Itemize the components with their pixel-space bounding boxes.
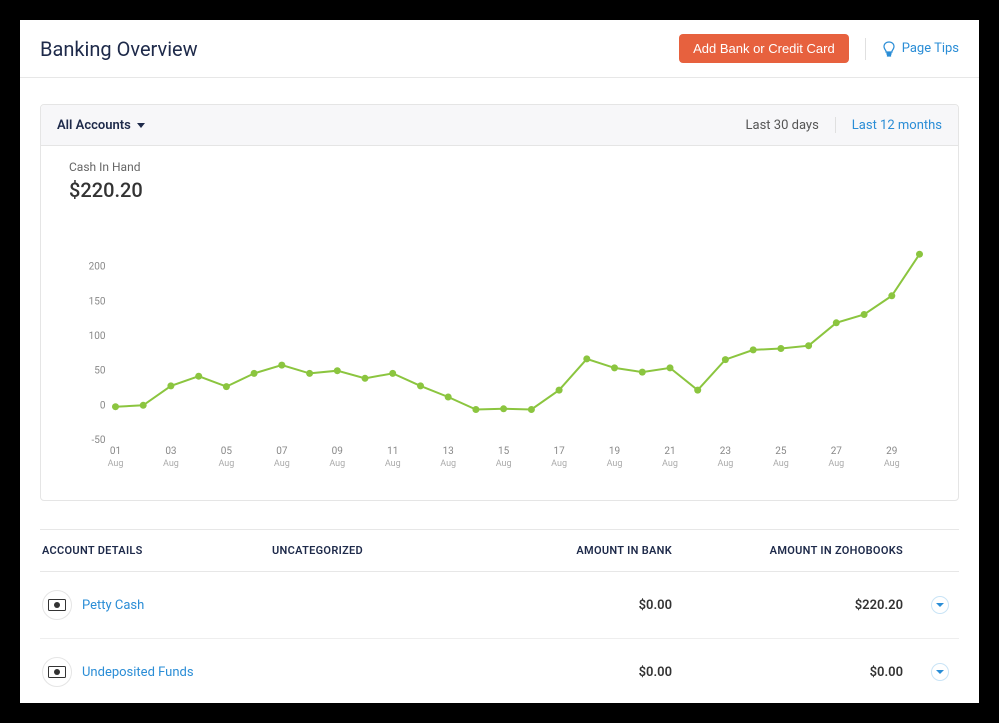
svg-text:Aug: Aug xyxy=(496,459,512,469)
th-account-details: ACCOUNT DETAILS xyxy=(42,544,272,557)
svg-text:150: 150 xyxy=(89,296,106,307)
th-amount-zoho: AMOUNT IN ZOHOBOOKS xyxy=(672,544,957,557)
svg-text:Aug: Aug xyxy=(440,459,456,469)
table-row: Petty Cash $0.00 $220.20 xyxy=(40,572,959,639)
table-row: Undeposited Funds $0.00 $0.00 xyxy=(40,639,959,703)
cash-line-chart: -50 0 50 100 150 200 01 Aug 03 Aug 05 Aug 07 Aug 09 Aug… xyxy=(59,202,940,482)
svg-text:19: 19 xyxy=(609,446,620,457)
svg-text:25: 25 xyxy=(775,446,787,457)
svg-text:03: 03 xyxy=(165,446,176,457)
svg-text:Aug: Aug xyxy=(551,459,567,469)
svg-text:05: 05 xyxy=(221,446,233,457)
table-header: ACCOUNT DETAILS UNCATEGORIZED AMOUNT IN … xyxy=(40,529,959,572)
amount-bank-cell: $0.00 xyxy=(472,598,672,613)
accounts-label: All Accounts xyxy=(57,118,131,133)
account-icon-wrap xyxy=(42,657,72,687)
page-title: Banking Overview xyxy=(40,37,198,61)
cash-icon xyxy=(48,599,66,611)
chevron-down-icon xyxy=(936,603,944,607)
svg-text:13: 13 xyxy=(443,446,454,457)
svg-text:Aug: Aug xyxy=(773,459,789,469)
caret-down-icon xyxy=(137,123,145,128)
cash-icon xyxy=(48,666,66,678)
svg-text:Aug: Aug xyxy=(828,459,844,469)
header-actions: Add Bank or Credit Card Page Tips xyxy=(679,34,959,63)
svg-text:0: 0 xyxy=(100,400,106,411)
page-tips-link[interactable]: Page Tips xyxy=(882,41,959,57)
svg-text:01: 01 xyxy=(110,446,121,457)
svg-text:Aug: Aug xyxy=(385,459,401,469)
svg-text:-50: -50 xyxy=(91,435,105,446)
svg-text:50: 50 xyxy=(94,366,106,377)
page-header: Banking Overview Add Bank or Credit Card… xyxy=(20,20,979,78)
account-link[interactable]: Petty Cash xyxy=(82,598,144,613)
account-summary: Cash In Hand $220.20 xyxy=(41,146,958,202)
amount-zoho-cell: $220.20 xyxy=(672,598,957,613)
svg-text:100: 100 xyxy=(89,331,106,342)
range-tab-30-days[interactable]: Last 30 days xyxy=(746,118,819,133)
chart-container: -50 0 50 100 150 200 01 Aug 03 Aug 05 Aug 07 Aug 09 Aug… xyxy=(41,202,958,500)
range-tab-12-months[interactable]: Last 12 months xyxy=(852,118,942,133)
summary-value: $220.20 xyxy=(69,178,930,202)
svg-text:09: 09 xyxy=(332,446,343,457)
svg-text:Aug: Aug xyxy=(163,459,179,469)
range-tabs: Last 30 days Last 12 months xyxy=(746,117,942,133)
separator xyxy=(835,117,836,133)
svg-text:Aug: Aug xyxy=(607,459,623,469)
content: All Accounts Last 30 days Last 12 months… xyxy=(20,78,979,703)
svg-text:11: 11 xyxy=(387,446,398,457)
svg-text:200: 200 xyxy=(89,262,106,273)
chevron-down-icon xyxy=(936,670,944,674)
svg-text:17: 17 xyxy=(553,446,565,457)
svg-text:29: 29 xyxy=(886,446,897,457)
accounts-dropdown[interactable]: All Accounts xyxy=(57,118,145,133)
svg-text:21: 21 xyxy=(664,446,675,457)
lightbulb-icon xyxy=(882,41,896,57)
svg-text:Aug: Aug xyxy=(108,459,124,469)
svg-text:07: 07 xyxy=(276,446,288,457)
account-link[interactable]: Undeposited Funds xyxy=(82,665,194,680)
svg-text:27: 27 xyxy=(831,446,843,457)
svg-text:Aug: Aug xyxy=(662,459,678,469)
page-tips-label: Page Tips xyxy=(902,41,959,56)
separator xyxy=(865,38,866,60)
row-dropdown-button[interactable] xyxy=(931,663,949,681)
svg-text:23: 23 xyxy=(720,446,731,457)
svg-text:Aug: Aug xyxy=(718,459,734,469)
account-cell: Petty Cash xyxy=(42,590,272,620)
row-dropdown-button[interactable] xyxy=(931,596,949,614)
banking-overview-page: Banking Overview Add Bank or Credit Card… xyxy=(20,20,979,703)
amount-zoho-cell: $0.00 xyxy=(672,665,957,680)
chart-card: All Accounts Last 30 days Last 12 months… xyxy=(40,104,959,501)
card-header: All Accounts Last 30 days Last 12 months xyxy=(41,105,958,146)
th-uncategorized: UNCATEGORIZED xyxy=(272,544,472,557)
th-amount-bank: AMOUNT IN BANK xyxy=(472,544,672,557)
svg-text:Aug: Aug xyxy=(218,459,234,469)
svg-text:Aug: Aug xyxy=(274,459,290,469)
svg-text:Aug: Aug xyxy=(329,459,345,469)
amount-bank-cell: $0.00 xyxy=(472,665,672,680)
account-icon-wrap xyxy=(42,590,72,620)
add-bank-button[interactable]: Add Bank or Credit Card xyxy=(679,34,849,63)
svg-text:Aug: Aug xyxy=(884,459,900,469)
summary-label: Cash In Hand xyxy=(69,160,930,174)
table-body: Petty Cash $0.00 $220.20 Undeposited Fun… xyxy=(40,572,959,703)
account-cell: Undeposited Funds xyxy=(42,657,272,687)
svg-text:15: 15 xyxy=(498,446,510,457)
accounts-table: ACCOUNT DETAILS UNCATEGORIZED AMOUNT IN … xyxy=(40,529,959,703)
